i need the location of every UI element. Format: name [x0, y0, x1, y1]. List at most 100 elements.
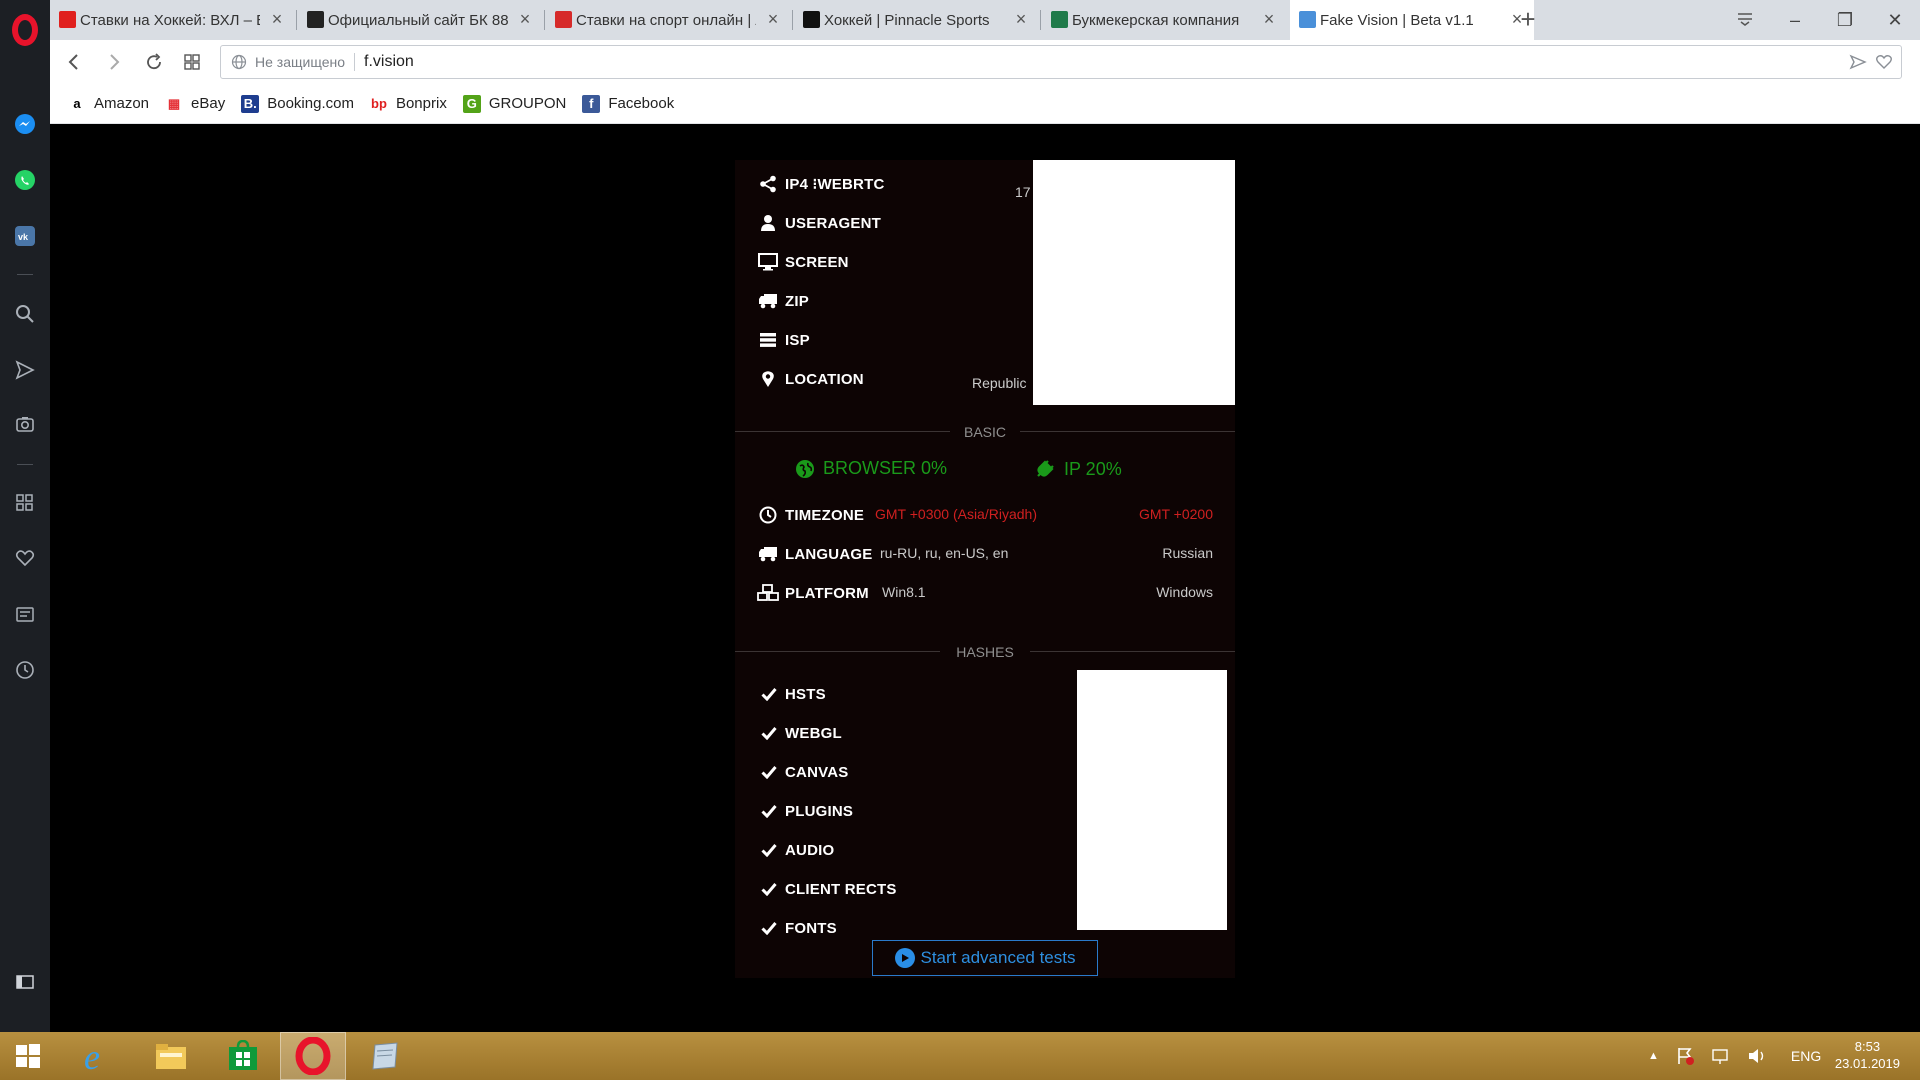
- whatsapp-icon[interactable]: [13, 168, 37, 192]
- bookmark-amazon[interactable]: a Amazon: [68, 94, 150, 113]
- tab-0[interactable]: Ставки на Хоккей: ВХЛ – Букмекерская ×: [50, 0, 294, 40]
- identity-row-location: LOCATION: [757, 367, 864, 391]
- bookmark-label: Bonprix: [395, 95, 447, 112]
- browser-value: ru-RU, ru, en-US, en: [880, 545, 1009, 561]
- windows-store-icon[interactable]: [210, 1032, 276, 1080]
- tab-favicon-icon: [1299, 11, 1316, 28]
- tabs-grid-button[interactable]: [178, 48, 206, 76]
- file-explorer-icon[interactable]: [138, 1032, 204, 1080]
- tray-expand-icon[interactable]: ▲: [1648, 1050, 1659, 1062]
- globe-icon: [796, 459, 814, 478]
- facebook-icon: f: [582, 94, 601, 113]
- identity-row-ip4-webrtc: IP4 ⁝WEBRTC: [757, 172, 884, 196]
- browser-score-label: BROWSER 0%: [823, 458, 948, 478]
- tab-label: Ставки на спорт онлайн | Леон: [576, 11, 756, 29]
- tab-4[interactable]: Букмекерская компания ×: [1042, 0, 1286, 40]
- tab-close-icon[interactable]: ×: [516, 10, 534, 28]
- bookmark-groupon[interactable]: G GROUPON: [462, 94, 566, 113]
- bookmark-heart-icon[interactable]: [1875, 53, 1893, 71]
- messenger-icon[interactable]: [13, 112, 37, 136]
- heart-icon[interactable]: [13, 546, 37, 570]
- browser-value: Win8.1: [882, 584, 926, 600]
- forward-button[interactable]: [100, 48, 128, 76]
- back-button[interactable]: [60, 48, 88, 76]
- volume-icon[interactable]: [1747, 1047, 1767, 1065]
- tab-close-icon[interactable]: ×: [1260, 10, 1278, 28]
- play-icon: [894, 948, 915, 968]
- speed-dial-icon[interactable]: [13, 490, 37, 514]
- tab-close-icon[interactable]: ×: [764, 10, 782, 28]
- hash-row-fonts: FONTS: [761, 916, 837, 940]
- tab-menu-icon[interactable]: [1730, 6, 1760, 34]
- hashes-section-label: HASHES: [956, 644, 1014, 660]
- search-icon[interactable]: [13, 302, 37, 326]
- bookmark-label: Amazon: [94, 95, 150, 112]
- restore-button[interactable]: ❐: [1830, 6, 1860, 34]
- identity-label: IP4 ⁝WEBRTC: [785, 176, 885, 193]
- clock-time: 8:53: [1854, 1039, 1881, 1054]
- opera-taskbar-icon[interactable]: [280, 1032, 346, 1080]
- address-bar: Не защищено f.vision: [50, 40, 1920, 84]
- notepad-icon[interactable]: [352, 1032, 418, 1080]
- bookmark-label: Facebook: [608, 95, 675, 112]
- news-icon[interactable]: [13, 602, 37, 626]
- camera-icon[interactable]: [13, 412, 37, 436]
- fake-vision-panel: IP4 ⁝WEBRTC USERAGENT SCREEN ZIP ISP LOCATION…: [735, 160, 1235, 978]
- tab-2[interactable]: Ставки на спорт онлайн | Леон ×: [546, 0, 790, 40]
- tab-close-icon[interactable]: ×: [1012, 10, 1030, 28]
- history-clock-icon[interactable]: [13, 658, 37, 682]
- url-text[interactable]: f.vision: [364, 53, 414, 71]
- identity-label: ISP: [785, 331, 810, 349]
- tab-label: Fake Vision | Beta v1.1: [1320, 11, 1474, 29]
- tab-label: Официальный сайт БК 888: [328, 11, 508, 29]
- new-tab-button[interactable]: +: [1512, 4, 1544, 36]
- windows-start-button[interactable]: [0, 1032, 56, 1080]
- url-field[interactable]: Не защищено f.vision: [220, 45, 1902, 79]
- network-icon[interactable]: [1711, 1047, 1731, 1065]
- ip-score-label: IP 20%: [1064, 458, 1122, 479]
- ip-value: Windows: [1156, 584, 1213, 600]
- bookmark-facebook[interactable]: f Facebook: [582, 94, 675, 113]
- vk-icon[interactable]: vk: [13, 224, 37, 248]
- sidebar-toggle-icon[interactable]: [13, 970, 37, 994]
- action-center-flag-icon[interactable]: [1675, 1046, 1695, 1066]
- opera-menu-icon[interactable]: [12, 14, 38, 46]
- connection-insecure-label[interactable]: Не защищено: [255, 54, 345, 70]
- truck-icon: [757, 544, 779, 564]
- cubes-icon: [757, 583, 779, 603]
- tab-favicon-icon: [803, 11, 820, 28]
- amazon-icon: a: [68, 94, 86, 113]
- identity-row-zip: ZIP: [757, 289, 809, 313]
- send-icon[interactable]: [13, 358, 37, 382]
- send-page-icon[interactable]: [1849, 53, 1867, 71]
- hash-label: FONTS: [785, 919, 837, 937]
- check-icon: [761, 725, 777, 741]
- bookmark-booking-com[interactable]: B. Booking.com: [241, 94, 354, 113]
- ip-value: GMT +0200: [1138, 506, 1213, 522]
- bookmark-bonprix[interactable]: bp Bonprix: [369, 94, 447, 113]
- ebay-icon: ▦: [165, 94, 184, 113]
- location-value-partial: Republic: [972, 375, 1027, 391]
- tab-5[interactable]: Fake Vision | Beta v1.1 ×: [1290, 0, 1534, 40]
- bookmark-label: eBay: [191, 95, 226, 112]
- reload-button[interactable]: [140, 48, 168, 76]
- share-icon: [757, 174, 779, 194]
- tab-3[interactable]: Хоккей | Pinnacle Sports ×: [794, 0, 1038, 40]
- system-clock[interactable]: 8:53 23.01.2019: [1835, 1038, 1900, 1072]
- tab-close-icon[interactable]: ×: [268, 10, 286, 28]
- tab-favicon-icon: [307, 11, 324, 28]
- globe-icon[interactable]: [231, 54, 247, 70]
- input-language[interactable]: ENG: [1791, 1048, 1821, 1064]
- windows-taskbar: e ▲ ENG 8:53 23.01.2019: [0, 1032, 1920, 1080]
- tab-label: Ставки на Хоккей: ВХЛ – Букмекерская: [80, 11, 260, 29]
- server-icon: [757, 330, 779, 350]
- internet-explorer-icon[interactable]: e: [66, 1032, 132, 1080]
- basic-label: LANGUAGE: [785, 545, 873, 563]
- tab-1[interactable]: Официальный сайт БК 888 ×: [298, 0, 542, 40]
- hash-row-audio: AUDIO: [761, 838, 834, 862]
- close-window-button[interactable]: ✕: [1880, 6, 1910, 34]
- bookmark-ebay[interactable]: ▦ eBay: [165, 94, 226, 113]
- hash-label: WEBGL: [785, 724, 842, 742]
- minimize-button[interactable]: –: [1780, 6, 1810, 34]
- start-advanced-tests-button[interactable]: Start advanced tests: [872, 940, 1098, 976]
